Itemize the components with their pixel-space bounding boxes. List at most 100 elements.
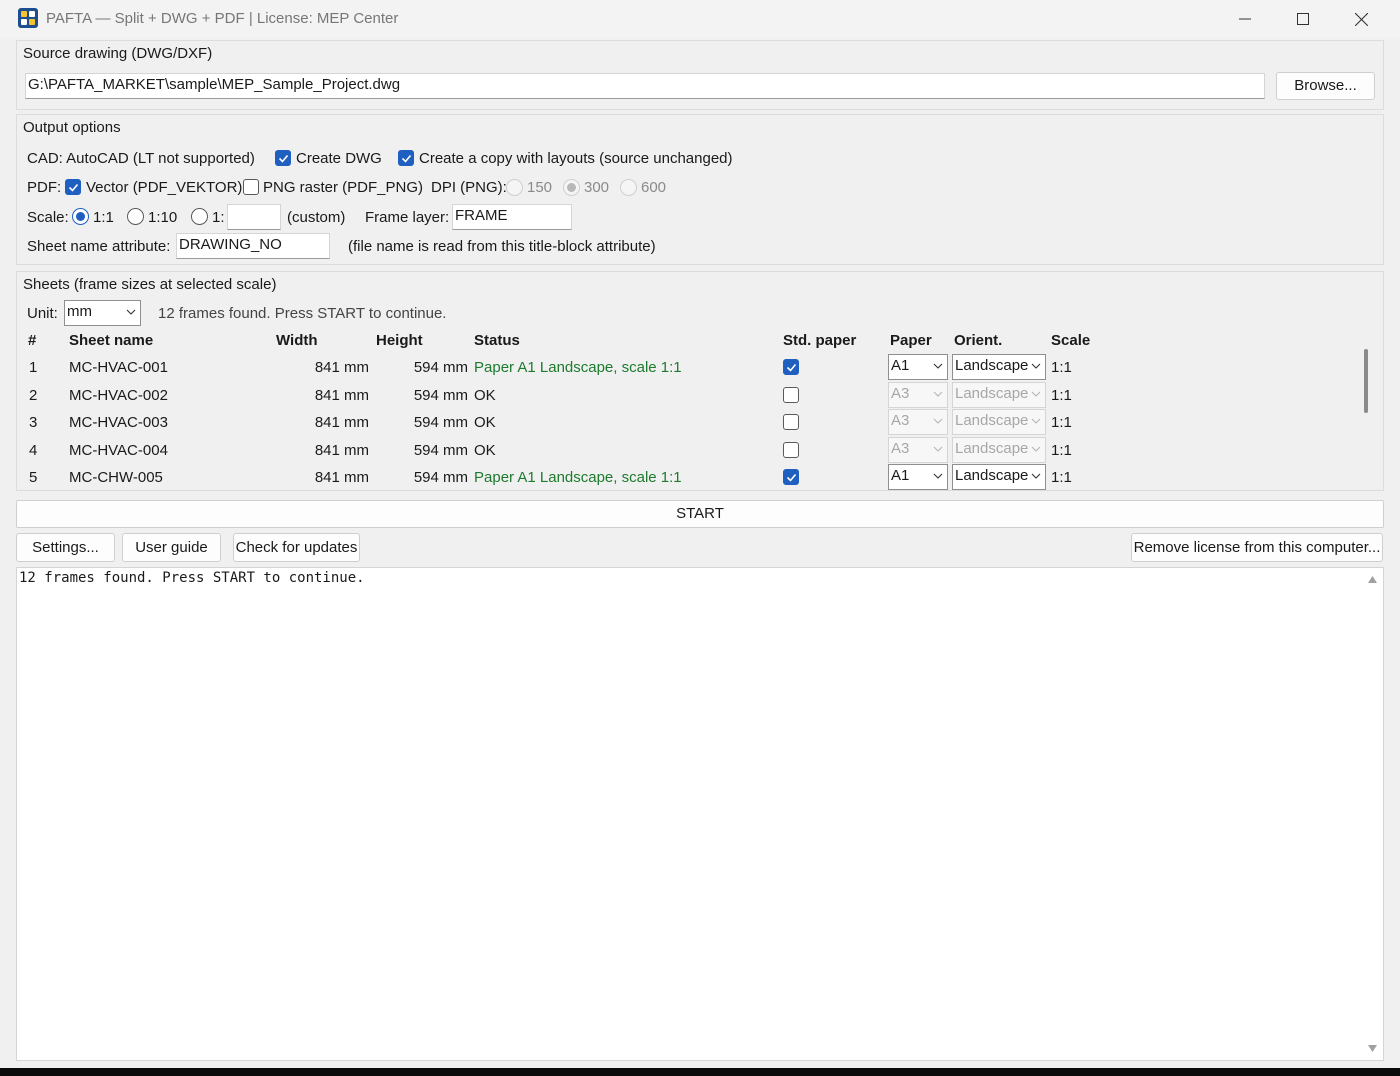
row-paper-value: A1 [891, 467, 910, 484]
output-group-title: Output options [23, 119, 121, 136]
settings-button[interactable]: Settings... [16, 533, 115, 562]
scroll-down-icon[interactable] [1368, 1045, 1377, 1052]
row-orient-dropdown[interactable]: Landscape [952, 409, 1046, 435]
user-guide-button[interactable]: User guide [122, 533, 221, 562]
column-header-std-paper: Std. paper [783, 332, 857, 349]
scale-1-10-radio[interactable] [127, 208, 144, 225]
row-paper-dropdown[interactable]: A3 [888, 409, 948, 435]
dpi-label: DPI (PNG): [431, 179, 507, 196]
remove-license-button[interactable]: Remove license from this computer... [1131, 533, 1383, 562]
scale-1-1-label[interactable]: 1:1 [93, 209, 114, 226]
chevron-down-icon [933, 418, 943, 424]
row-std-paper-checkbox[interactable] [783, 469, 799, 485]
row-sheet-name: MC-HVAC-004 [69, 442, 168, 459]
row-orient-dropdown[interactable]: Landscape [952, 464, 1046, 490]
chevron-down-icon [1031, 418, 1041, 424]
dpi-150-radio[interactable] [506, 179, 523, 196]
frame-layer-label: Frame layer: [365, 209, 450, 226]
scale-label: Scale: [27, 209, 69, 226]
scale-1-10-label[interactable]: 1:10 [148, 209, 177, 226]
dpi-300-radio[interactable] [563, 179, 580, 196]
row-paper-dropdown[interactable]: A1 [888, 354, 948, 380]
browse-button[interactable]: Browse... [1276, 72, 1375, 100]
create-dwg-label[interactable]: Create DWG [296, 150, 382, 167]
custom-scale-input[interactable] [227, 204, 281, 230]
close-button[interactable] [1332, 0, 1390, 38]
start-button[interactable]: START [16, 500, 1384, 528]
png-raster-checkbox[interactable] [243, 179, 259, 195]
row-orient-dropdown[interactable]: Landscape [952, 354, 1046, 380]
minimize-icon [1239, 18, 1251, 20]
dpi-600-radio[interactable] [620, 179, 637, 196]
row-height: 594 mm [413, 442, 468, 459]
checkmark-icon [68, 183, 79, 192]
row-std-paper-checkbox[interactable] [783, 387, 799, 403]
create-dwg-checkbox[interactable] [275, 150, 291, 166]
row-height: 594 mm [413, 359, 468, 376]
window-title: PAFTA — Split + DWG + PDF | License: MEP… [46, 10, 399, 27]
vector-pdf-label[interactable]: Vector (PDF_VEKTOR) [86, 179, 242, 196]
column-header-paper: Paper [890, 332, 932, 349]
sheet-attr-label: Sheet name attribute: [27, 238, 171, 255]
column-header-orient: Orient. [954, 332, 1003, 349]
row-scale: 1:1 [1051, 469, 1072, 486]
row-orient-dropdown[interactable]: Landscape [952, 437, 1046, 463]
unit-dropdown-value: mm [67, 303, 92, 320]
row-paper-value: A1 [891, 357, 910, 374]
column-header-width: Width [276, 332, 318, 349]
column-header-index: # [28, 332, 37, 349]
chevron-down-icon [1031, 446, 1041, 452]
check-updates-button[interactable]: Check for updates [233, 533, 360, 562]
checkmark-icon [786, 473, 797, 482]
app-window: PAFTA — Split + DWG + PDF | License: MEP… [0, 0, 1400, 1068]
log-output[interactable]: 12 frames found. Press START to continue… [16, 567, 1384, 1061]
row-paper-value: A3 [891, 412, 910, 429]
custom-scale-hint: (custom) [287, 209, 346, 226]
row-width: 841 mm [314, 442, 369, 459]
scale-1-1-radio[interactable] [72, 208, 89, 225]
scale-custom-radio[interactable] [191, 208, 208, 225]
scale-custom-label[interactable]: 1: [212, 209, 225, 226]
row-paper-dropdown[interactable]: A1 [888, 464, 948, 490]
vector-pdf-checkbox[interactable] [65, 179, 81, 195]
row-std-paper-checkbox[interactable] [783, 414, 799, 430]
maximize-button[interactable] [1274, 0, 1332, 38]
row-orient-dropdown[interactable]: Landscape [952, 382, 1046, 408]
row-scale: 1:1 [1051, 359, 1072, 376]
row-paper-value: A3 [891, 440, 910, 457]
source-path-input[interactable]: G:\PAFTA_MARKET\sample\MEP_Sample_Projec… [25, 73, 1265, 99]
row-orient-value: Landscape [955, 412, 1029, 429]
scroll-up-icon[interactable] [1368, 576, 1377, 583]
row-orient-value: Landscape [955, 357, 1029, 374]
row-paper-dropdown[interactable]: A3 [888, 382, 948, 408]
row-width: 841 mm [314, 469, 369, 486]
minimize-button[interactable] [1216, 0, 1274, 38]
column-header-scale: Scale [1051, 332, 1091, 349]
row-orient-value: Landscape [955, 440, 1029, 457]
row-height: 594 mm [413, 387, 468, 404]
dpi-600-label: 600 [641, 179, 667, 196]
row-std-paper-checkbox[interactable] [783, 442, 799, 458]
row-std-paper-checkbox[interactable] [783, 359, 799, 375]
checkmark-icon [786, 363, 797, 372]
unit-dropdown[interactable]: mm [64, 300, 141, 326]
row-index: 3 [29, 414, 38, 431]
chevron-down-icon [1031, 363, 1041, 369]
row-orient-value: Landscape [955, 385, 1029, 402]
png-raster-label[interactable]: PNG raster (PDF_PNG) [263, 179, 423, 196]
sheet-attr-input[interactable]: DRAWING_NO [176, 233, 330, 259]
log-text: 12 frames found. Press START to continue… [19, 570, 365, 586]
copy-layouts-label[interactable]: Create a copy with layouts (source uncha… [419, 150, 733, 167]
row-status: Paper A1 Landscape, scale 1:1 [474, 359, 682, 376]
row-paper-dropdown[interactable]: A3 [888, 437, 948, 463]
copy-layouts-checkbox[interactable] [398, 150, 414, 166]
row-status: Paper A1 Landscape, scale 1:1 [474, 469, 682, 486]
frames-found-text: 12 frames found. Press START to continue… [158, 305, 447, 322]
unit-label: Unit: [27, 305, 58, 322]
cad-label: CAD: AutoCAD (LT not supported) [27, 150, 255, 167]
column-header-status: Status [474, 332, 520, 349]
title-bar[interactable]: PAFTA — Split + DWG + PDF | License: MEP… [0, 0, 1400, 38]
sheets-scrollbar[interactable] [1364, 349, 1368, 413]
row-sheet-name: MC-HVAC-001 [69, 359, 168, 376]
frame-layer-input[interactable]: FRAME [452, 204, 572, 230]
